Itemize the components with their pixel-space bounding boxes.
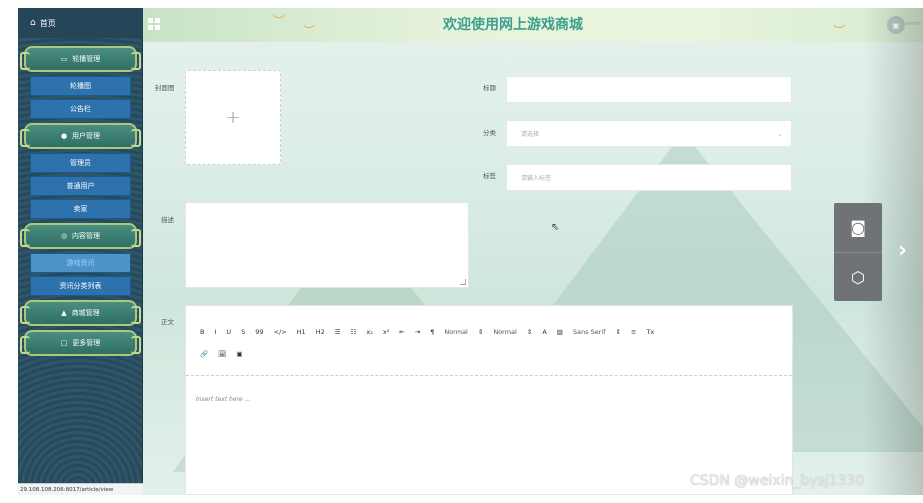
toolbar-button-15[interactable]: Normal [444,328,468,336]
menu-grid-icon[interactable] [148,18,160,30]
toolbar-button-19[interactable]: A [542,328,546,336]
hexagon-icon: ⬡ [851,267,865,287]
content-icon: ◎ [60,232,68,240]
desc-label: 描述 [161,216,174,224]
header-bar: ︶ ︶ ︶ ︶ 欢迎使用网上游戏商城 ▣ admin [143,8,923,42]
toolbar-button-22[interactable]: ⇕ [616,328,621,336]
shop-icon: ▲ [61,309,67,317]
cover-upload[interactable]: + [185,70,281,165]
toolbar-button-20[interactable]: ▨ [557,328,563,336]
category-label: 分类 [483,129,496,137]
category-placeholder: 请选择 [521,131,540,138]
rich-text-editor[interactable]: B I U S 99 </> H1 H2 ☰ ☷ x₂ x² ⇤ ⇥ ¶ Normal ⇕ Normal ⇕ A ▨ Sa… [185,305,793,495]
sidebar-section-more[interactable]: ▢ 更多管理 [20,330,141,356]
toolbar-button-12[interactable]: ⇤ [399,328,404,336]
sidebar-item-seller[interactable]: 卖家 [30,199,131,219]
toolbar-button-21[interactable]: Sans Serif [573,328,606,336]
sidebar-item-carousel[interactable]: 轮播图 [30,76,131,96]
cover-label: 封面图 [155,84,175,92]
title-input[interactable] [506,76,792,103]
watermark: CSDN @weixin_bysj1330 [690,473,865,489]
toolbar-button-4[interactable]: 99 [255,328,263,336]
editor-placeholder[interactable]: Insert text here ... [196,396,250,403]
sidebar-menu: ▭ 轮播管理 轮播图 公告栏 ● 用户管理 管理员 普通用户 卖家 ◎ 内容管理… [18,42,143,360]
home-icon: ⌂ [30,18,36,28]
more-icon: ▢ [60,339,68,347]
toolbar-button-9[interactable]: ☷ [351,328,357,336]
sidebar-item-normal-user[interactable]: 普通用户 [30,176,131,196]
title-label: 标题 [483,84,496,92]
sidebar-item-game-news[interactable]: 游戏资讯 [30,253,131,273]
toolbar-button-row2-2[interactable]: ▣ [236,350,242,358]
tags-input[interactable]: 请输入标签 [506,164,792,191]
bird-decoration-icon: ︶ [303,24,316,38]
tags-label: 标签 [483,172,496,180]
toolbar-button-5[interactable]: </> [274,328,287,336]
monitor-icon: ▭ [60,55,68,63]
app-frame: ⌂ 首页 ▭ 轮播管理 轮播图 公告栏 ● 用户管理 管理员 普通用户 卖家 ◎… [18,8,923,495]
home-label: 首页 [39,18,56,28]
mouse-cursor-icon: ⇖ [551,222,560,233]
toolbar-button-16[interactable]: ⇕ [478,328,483,336]
plus-icon: + [225,107,241,128]
main-content: 封面图 + 标题 分类 请选择 ⌄ 标签 请输入标签 描述 正文 B I U S 99 <… [143,42,923,495]
tags-placeholder: 请输入标签 [521,175,552,182]
toolbar-button-23[interactable]: ≡ [631,328,636,336]
toolbar-button-14[interactable]: ¶ [430,328,434,336]
chevron-down-icon: ⌄ [777,129,783,138]
chevron-right-icon[interactable]: › [898,238,907,263]
user-icon: ● [60,132,68,140]
editor-toolbar-row: 🔗 🖼 ▣ [200,346,778,362]
toolbar-button-8[interactable]: ☰ [335,328,341,336]
description-textarea[interactable] [185,202,469,288]
sidebar-section-shop[interactable]: ▲ 商城管理 [20,300,141,326]
toolbar-button-13[interactable]: ⇥ [415,328,420,336]
toolbar-button-0[interactable]: B [200,328,204,336]
category-select[interactable]: 请选择 ⌄ [506,120,792,147]
home-nav[interactable]: ⌂ 首页 [18,8,143,38]
body-label: 正文 [161,318,174,326]
page-title: 欢迎使用网上游戏商城 [443,17,583,33]
editor-toolbar-row: B I U S 99 </> H1 H2 ☰ ☷ x₂ x² ⇤ ⇥ ¶ Normal ⇕ Normal ⇕ A ▨ Sa… [200,324,778,340]
status-url: 29.108.108.206:8017/article/view [18,483,143,495]
toolbar-button-row2-1[interactable]: 🖼 [218,350,226,358]
toolbar-button-row2-0[interactable]: 🔗 [200,350,208,358]
bird-decoration-icon: ︶ [833,24,846,38]
sidebar: ⌂ 首页 ▭ 轮播管理 轮播图 公告栏 ● 用户管理 管理员 普通用户 卖家 ◎… [18,8,143,495]
sidebar-section-carousel[interactable]: ▭ 轮播管理 [20,46,141,72]
sidebar-item-notice[interactable]: 公告栏 [30,99,131,119]
sidebar-section-content[interactable]: ◎ 内容管理 [20,223,141,249]
toolbar-button-3[interactable]: S [241,328,245,336]
toolbar-button-1[interactable]: I [214,328,216,336]
floating-tool-panel: ◙ ⬡ [834,203,882,301]
sidebar-section-users[interactable]: ● 用户管理 [20,123,141,149]
sidebar-item-news-categories[interactable]: 资讯分类列表 [30,276,131,296]
toolbar-button-7[interactable]: H2 [316,328,325,336]
toolbar-button-18[interactable]: ⇕ [527,328,532,336]
feature-button[interactable]: ⬡ [834,252,882,301]
sidebar-item-admin[interactable]: 管理员 [30,153,131,173]
toolbar-button-10[interactable]: x₂ [366,328,372,336]
toolbar-button-6[interactable]: H1 [297,328,306,336]
bird-decoration-icon: ︶ [273,14,286,28]
toolbar-button-24[interactable]: Tx [646,328,654,336]
toolbar-button-17[interactable]: Normal [493,328,517,336]
toolbar-button-2[interactable]: U [226,328,231,336]
camera-icon: ◙ [850,218,866,237]
screenshot-button[interactable]: ◙ [834,203,882,252]
editor-toolbar: B I U S 99 </> H1 H2 ☰ ☷ x₂ x² ⇤ ⇥ ¶ Normal ⇕ Normal ⇕ A ▨ Sa… [186,306,792,376]
toolbar-button-11[interactable]: x² [383,328,389,336]
